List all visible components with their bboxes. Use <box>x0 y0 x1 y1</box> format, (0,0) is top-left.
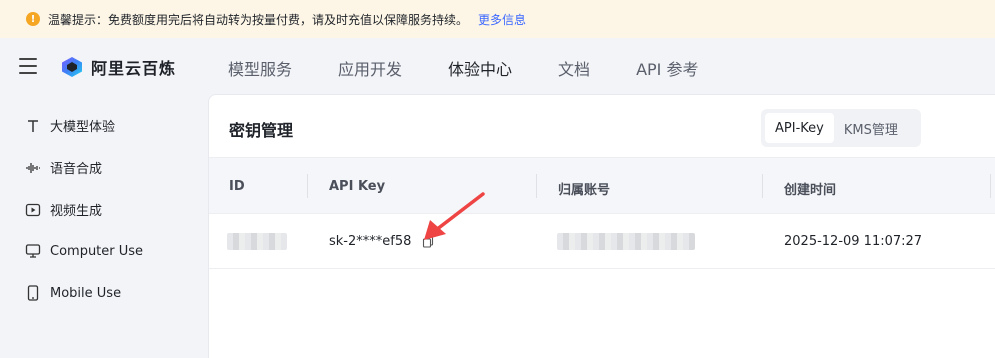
sidebar: 大模型体验 语音合成 视频生成 Computer Use Mobile Use <box>0 96 208 358</box>
sidebar-item-label: 大模型体验 <box>50 120 116 135</box>
redacted-id <box>227 233 287 250</box>
table-header: ID API Key 归属账号 创建时间 <box>209 157 995 214</box>
api-key-value: sk-2****ef58 <box>329 234 412 249</box>
notice-text: 温馨提示：免费额度用完后将自动转为按量付费，请及时充值以保障服务持续。 <box>48 12 469 27</box>
video-play-icon <box>24 201 42 219</box>
tab-kms-management[interactable]: KMS管理 <box>834 113 908 143</box>
tab-group: API-Key KMS管理 <box>761 109 921 147</box>
monitor-icon <box>24 242 42 260</box>
sidebar-item-mobile-use[interactable]: Mobile Use <box>24 284 121 302</box>
nav-model-service[interactable]: 模型服务 <box>228 56 292 80</box>
top-header: 阿里云百炼 模型服务 应用开发 体验中心 文档 API 参考 <box>0 38 995 96</box>
sidebar-item-llm-experience[interactable]: 大模型体验 <box>24 116 115 135</box>
sidebar-item-video-generation[interactable]: 视频生成 <box>24 200 102 219</box>
nav-docs[interactable]: 文档 <box>558 56 590 80</box>
sidebar-item-computer-use[interactable]: Computer Use <box>24 242 143 260</box>
column-divider <box>536 174 537 198</box>
warning-icon: ! <box>26 12 40 26</box>
sidebar-item-label: 视频生成 <box>50 204 103 219</box>
sidebar-item-label: Mobile Use <box>50 285 122 301</box>
column-header-account: 归属账号 <box>558 183 611 198</box>
more-info-link[interactable]: 更多信息 <box>478 11 526 28</box>
notice-bar: ! 温馨提示：免费额度用完后将自动转为按量付费，请及时充值以保障服务持续。 更多… <box>0 0 995 38</box>
bailian-logo-icon <box>62 57 82 77</box>
hamburger-menu-icon[interactable] <box>19 58 37 74</box>
waveform-icon <box>24 159 42 177</box>
text-t-icon <box>24 117 42 135</box>
column-header-created-at: 创建时间 <box>784 183 837 198</box>
table-row[interactable]: sk-2****ef58 2025-12-09 11:07:27 <box>209 214 995 269</box>
column-header-id: ID <box>229 179 245 194</box>
column-divider <box>990 174 991 198</box>
column-header-api-key: API Key <box>329 179 386 194</box>
page-title: 密钥管理 <box>229 121 294 140</box>
nav-experience-center[interactable]: 体验中心 <box>448 56 512 80</box>
annotation-arrow-icon <box>424 192 485 240</box>
column-divider <box>762 174 763 198</box>
sidebar-item-label: Computer Use <box>50 243 144 259</box>
key-management-card: 密钥管理 API-Key KMS管理 ID API Key 归属账号 创建时间 … <box>208 94 995 358</box>
mobile-icon <box>24 284 42 302</box>
nav-app-dev[interactable]: 应用开发 <box>338 56 402 80</box>
created-at-cell: 2025-12-09 11:07:27 <box>784 234 923 249</box>
sidebar-item-label: 语音合成 <box>50 162 103 177</box>
logo[interactable]: 阿里云百炼 <box>61 55 176 79</box>
tab-api-key[interactable]: API-Key <box>765 113 834 143</box>
sidebar-item-speech-synthesis[interactable]: 语音合成 <box>24 158 102 177</box>
column-divider <box>307 174 308 198</box>
nav-api-reference[interactable]: API 参考 <box>636 56 698 80</box>
main-nav: 模型服务 应用开发 体验中心 文档 API 参考 <box>228 56 744 80</box>
redacted-account <box>557 233 695 250</box>
logo-text: 阿里云百炼 <box>91 59 177 78</box>
